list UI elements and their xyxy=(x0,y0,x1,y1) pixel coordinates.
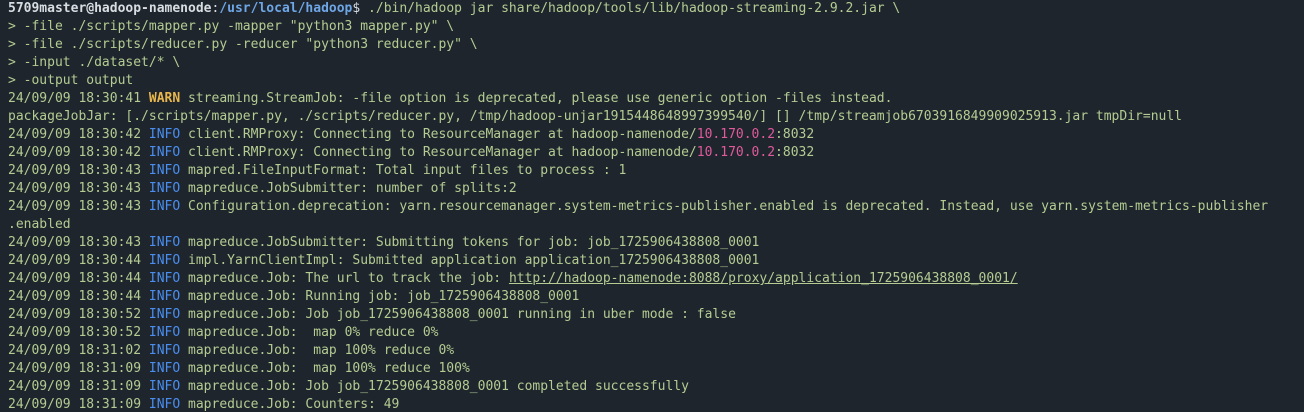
port-text: :8032 xyxy=(775,145,815,160)
log-message: mapred.FileInputFormat: Total input file… xyxy=(180,163,627,178)
log-line: 24/09/09 18:30:52 INFO mapreduce.Job: Jo… xyxy=(8,306,1304,324)
log-timestamp: 24/09/09 18:30:43 xyxy=(8,235,149,250)
log-message: mapreduce.Job: map 0% reduce 0% xyxy=(180,325,439,340)
log-level-info: INFO xyxy=(148,397,181,412)
log-message: mapreduce.Job: map 100% reduce 0% xyxy=(180,343,455,358)
log-timestamp: 24/09/09 18:30:43 xyxy=(8,199,149,214)
log-level-info: INFO xyxy=(148,145,181,160)
log-line: 24/09/09 18:31:09 INFO mapreduce.Job: Co… xyxy=(8,396,1304,412)
continuation-line: > -file ./scripts/reducer.py -reducer "p… xyxy=(8,37,478,52)
command-text: ./bin/hadoop jar share/hadoop/tools/lib/… xyxy=(368,1,901,16)
log-timestamp: 24/09/09 18:31:09 xyxy=(8,361,149,376)
log-line-jar: packageJobJar: [./scripts/mapper.py, ./s… xyxy=(8,109,1182,124)
log-message: client.RMProxy: Connecting to ResourceMa… xyxy=(180,127,697,142)
log-level-info: INFO xyxy=(148,253,181,268)
log-timestamp: 24/09/09 18:30:42 xyxy=(8,127,149,142)
log-line-track-url: 24/09/09 18:30:44 INFO mapreduce.Job: Th… xyxy=(8,270,1304,288)
prompt-symbol: $ xyxy=(352,1,369,16)
log-message: mapreduce.Job: Job job_1725906438808_000… xyxy=(180,379,689,394)
log-message: mapreduce.JobSubmitter: number of splits… xyxy=(180,181,517,196)
continuation-line: > -input ./dataset/* \ xyxy=(8,55,181,70)
log-level-info: INFO xyxy=(148,325,181,340)
log-line: 24/09/09 18:30:43 INFO mapreduce.JobSubm… xyxy=(8,180,1304,198)
log-message: mapreduce.Job: map 100% reduce 100% xyxy=(180,361,470,376)
log-timestamp: 24/09/09 18:31:09 xyxy=(8,397,149,412)
prompt-path: /usr/local/hadoop xyxy=(219,1,353,16)
log-message: mapreduce.Job: The url to track the job: xyxy=(180,271,509,286)
continuation-line: > -output output xyxy=(8,73,134,88)
log-line: 24/09/09 18:30:43 INFO mapreduce.JobSubm… xyxy=(8,234,1304,252)
log-level-info: INFO xyxy=(148,235,181,250)
log-line-progress: 24/09/09 18:31:02 INFO mapreduce.Job: ma… xyxy=(8,342,1304,360)
log-line-warn: 24/09/09 18:30:41 WARN streaming.StreamJ… xyxy=(8,90,1304,108)
log-level-info: INFO xyxy=(148,307,181,322)
log-level-warn: WARN xyxy=(148,91,181,106)
log-level-info: INFO xyxy=(148,379,181,394)
log-level-info: INFO xyxy=(148,163,181,178)
log-timestamp: 24/09/09 18:31:09 xyxy=(8,379,149,394)
log-level-info: INFO xyxy=(148,361,181,376)
tracking-url-link[interactable]: http://hadoop-namenode:8088/proxy/applic… xyxy=(509,271,1018,286)
log-timestamp: 24/09/09 18:30:52 xyxy=(8,307,149,322)
log-line: 24/09/09 18:30:44 INFO mapreduce.Job: Ru… xyxy=(8,288,1304,306)
log-timestamp: 24/09/09 18:31:02 xyxy=(8,343,149,358)
log-level-info: INFO xyxy=(148,199,181,214)
log-level-info: INFO xyxy=(148,343,181,358)
log-message: mapreduce.Job: Job job_1725906438808_000… xyxy=(180,307,736,322)
log-level-info: INFO xyxy=(148,271,181,286)
log-line-wrap: .enabled xyxy=(8,217,71,232)
log-message: Configuration.deprecation: yarn.resource… xyxy=(180,199,1269,214)
continuation-line: > -file ./scripts/mapper.py -mapper "pyt… xyxy=(8,19,455,34)
log-message: mapreduce.Job: Running job: job_17259064… xyxy=(180,289,580,304)
log-message: mapreduce.Job: Counters: 49 xyxy=(180,397,400,412)
log-timestamp: 24/09/09 18:30:41 xyxy=(8,91,149,106)
log-line-progress: 24/09/09 18:30:52 INFO mapreduce.Job: ma… xyxy=(8,324,1304,342)
log-timestamp: 24/09/09 18:30:44 xyxy=(8,271,149,286)
terminal-window[interactable]: 5709master@hadoop-namenode:/usr/local/ha… xyxy=(0,0,1304,412)
prompt-line: 5709master@hadoop-namenode:/usr/local/ha… xyxy=(8,0,1304,18)
log-level-info: INFO xyxy=(148,127,181,142)
log-line: 24/09/09 18:31:09 INFO mapreduce.Job: Jo… xyxy=(8,378,1304,396)
log-timestamp: 24/09/09 18:30:44 xyxy=(8,253,149,268)
log-timestamp: 24/09/09 18:30:43 xyxy=(8,163,149,178)
log-line-rmproxy: 24/09/09 18:30:42 INFO client.RMProxy: C… xyxy=(8,126,1304,144)
log-timestamp: 24/09/09 18:30:43 xyxy=(8,181,149,196)
port-text: :8032 xyxy=(775,127,815,142)
log-message: mapreduce.JobSubmitter: Submitting token… xyxy=(180,235,760,250)
log-line-rmproxy: 24/09/09 18:30:42 INFO client.RMProxy: C… xyxy=(8,144,1304,162)
log-line: 24/09/09 18:30:43 INFO mapred.FileInputF… xyxy=(8,162,1304,180)
log-timestamp: 24/09/09 18:30:42 xyxy=(8,145,149,160)
ip-address: 10.170.0.2 xyxy=(696,127,776,142)
log-level-info: INFO xyxy=(148,181,181,196)
log-timestamp: 24/09/09 18:30:52 xyxy=(8,325,149,340)
log-line-progress: 24/09/09 18:31:09 INFO mapreduce.Job: ma… xyxy=(8,360,1304,378)
prompt-user-host: 5709master@hadoop-namenode xyxy=(8,1,212,16)
log-timestamp: 24/09/09 18:30:44 xyxy=(8,289,149,304)
log-line: 24/09/09 18:30:44 INFO impl.YarnClientIm… xyxy=(8,252,1304,270)
log-message: streaming.StreamJob: -file option is dep… xyxy=(180,91,893,106)
log-message: impl.YarnClientImpl: Submitted applicati… xyxy=(180,253,760,268)
ip-address: 10.170.0.2 xyxy=(696,145,776,160)
log-line-deprecation: 24/09/09 18:30:43 INFO Configuration.dep… xyxy=(8,198,1304,216)
log-message: client.RMProxy: Connecting to ResourceMa… xyxy=(180,145,697,160)
log-level-info: INFO xyxy=(148,289,181,304)
